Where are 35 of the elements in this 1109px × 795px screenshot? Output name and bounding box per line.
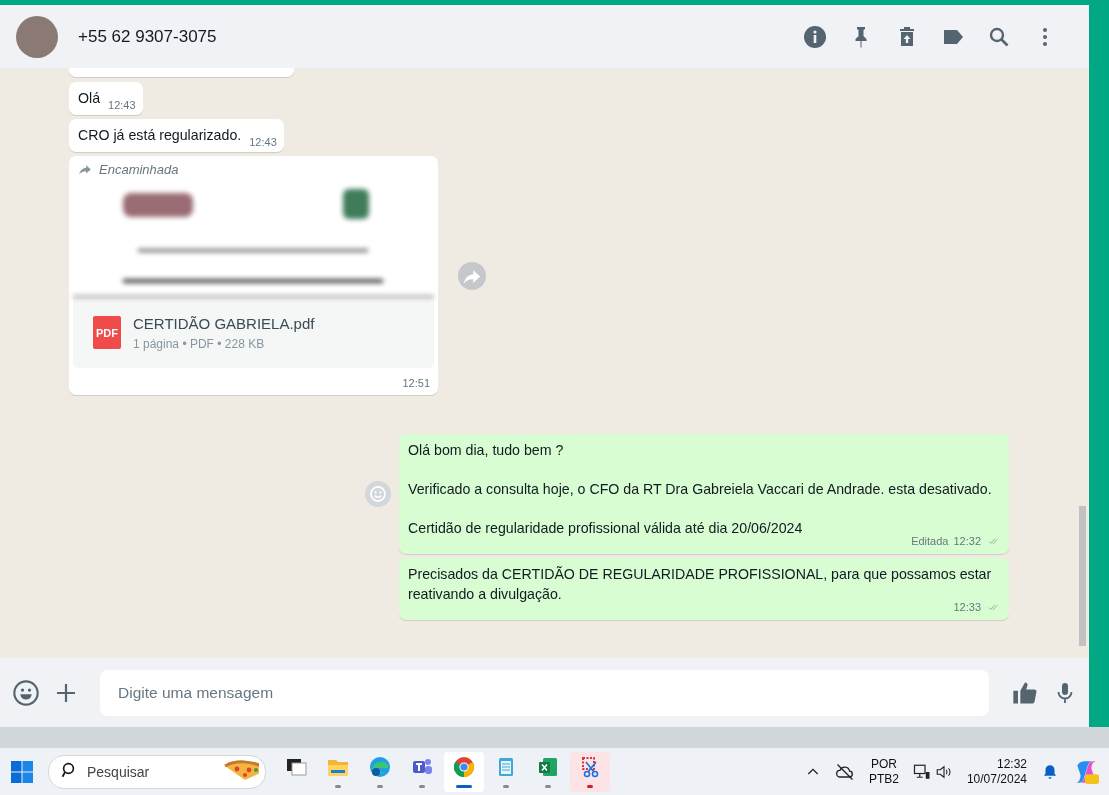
taskbar-search[interactable]: Pesquisar [48, 754, 266, 789]
forwarded-label: Encaminhada [99, 162, 179, 177]
bell-icon[interactable] [1041, 762, 1059, 781]
clock-button[interactable]: 12:32 10/07/2024 [966, 756, 1027, 787]
contact-name[interactable]: +55 62 9307-3075 [78, 26, 217, 47]
emoji-icon[interactable] [12, 678, 40, 707]
message-text: Certidão de regularidade profissional válida até dia 20/06/2024 [408, 519, 804, 538]
taskbar-app-button[interactable] [444, 751, 484, 792]
message-time: 12:33 [953, 601, 981, 613]
message-time: 12:51 [402, 377, 430, 389]
edited-label: Editada [911, 535, 949, 547]
cloud-offline-icon[interactable] [834, 761, 855, 782]
search-placeholder: Pesquisar [87, 763, 151, 780]
file-attachment[interactable]: PDF CERTIDÃO GABRIELA.pdf 1 página • PDF • 228 KB [73, 297, 434, 368]
message-text: Olá [78, 89, 101, 108]
browser-icon [452, 755, 476, 779]
file-details: 1 página • PDF • 228 KB [133, 336, 266, 351]
message-text: Olá bom dia, tudo bem ? [408, 441, 565, 460]
spreadsheet-icon [536, 755, 560, 779]
contact-avatar[interactable] [16, 15, 58, 58]
message-time: 12:43 [108, 99, 136, 111]
info-icon[interactable] [803, 24, 827, 49]
message-text: Verificado a consulta hoje, o CFO da RT Dra Gabreiela Vaccari de Andrade. esta desativado. [408, 480, 993, 499]
language-indicator[interactable]: POR PTB2 [868, 756, 899, 787]
browser-icon [368, 755, 392, 779]
message-time: 12:43 [249, 136, 277, 148]
file-name: CERTIDÃO GABRIELA.pdf [133, 314, 315, 332]
message-text: CRO já está regularizado. [78, 126, 242, 145]
message-time: 12:32 [953, 535, 981, 547]
pdf-file-badge: PDF [93, 316, 121, 349]
system-status-button[interactable] [912, 762, 953, 781]
windows-start-icon[interactable] [10, 759, 34, 784]
message-text: Precisados da CERTIDÃO DE REGULARIDADE PROFISSIONAL, para que possamos estar reativando a divulgação. [408, 565, 993, 603]
network-icon [912, 762, 931, 781]
message-input[interactable]: Digite uma mensagem [100, 669, 989, 716]
